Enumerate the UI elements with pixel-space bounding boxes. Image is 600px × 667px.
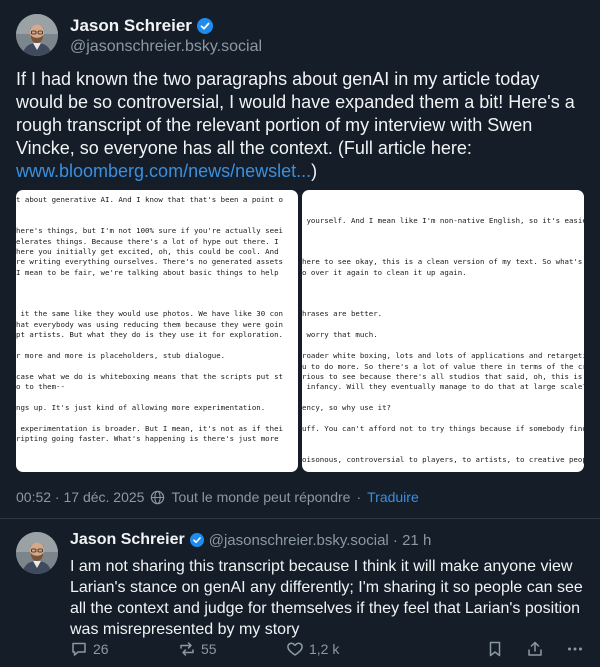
like-count: 1,2 k [309, 641, 340, 657]
transcript-image-left[interactable]: t about generative AI. And I know that t… [16, 190, 298, 472]
share-icon [528, 641, 542, 656]
avatar[interactable] [16, 14, 58, 56]
repost-count: 55 [201, 641, 217, 657]
transcript-image-right[interactable]: yourself. And I mean like I'm non-native… [302, 190, 584, 472]
reply-author-name[interactable]: Jason Schreier @jasonschreier.bsky.socia… [70, 531, 431, 549]
verified-check-icon [196, 18, 213, 34]
globe-icon [151, 490, 165, 504]
reply-icon [72, 642, 86, 656]
like-icon [287, 642, 303, 656]
repost-button[interactable]: 55 [178, 640, 217, 658]
post-timestamp[interactable]: 00:52 · 17 déc. 2025 [16, 489, 144, 505]
reply-handle[interactable]: @jasonschreier.bsky.social · 21 h [209, 532, 432, 549]
transcript-right-text: yourself. And I mean like I'm non-native… [302, 215, 584, 465]
bookmark-button[interactable] [486, 640, 504, 658]
reply-actions: 26 55 1,2 k [70, 640, 590, 660]
reply-count: 26 [93, 641, 109, 657]
repost-icon [180, 642, 194, 656]
author-name-text[interactable]: Jason Schreier [70, 16, 192, 36]
share-button[interactable] [526, 640, 544, 658]
bookmark-icon [489, 641, 501, 657]
post-body: If I had known the two paragraphs about … [16, 69, 575, 158]
translate-link[interactable]: Traduire [367, 489, 419, 505]
reply-avatar[interactable] [16, 532, 58, 574]
meta-separator: · [356, 489, 362, 505]
transcript-left-text: t about generative AI. And I know that t… [16, 195, 283, 444]
verified-check-icon [189, 533, 204, 547]
post-text: If I had known the two paragraphs about … [16, 68, 588, 183]
author-name[interactable]: Jason Schreier [70, 16, 213, 36]
divider [0, 518, 600, 519]
reply-button[interactable]: 26 [70, 640, 109, 658]
post-text-end: ) [311, 161, 318, 181]
reply-text: I am not sharing this transcript because… [70, 558, 583, 638]
more-button[interactable] [566, 640, 584, 658]
transcript-images: t about generative AI. And I know that t… [16, 190, 584, 472]
like-button[interactable]: 1,2 k [286, 640, 339, 658]
article-link[interactable]: www.bloomberg.com/news/newslet... [16, 161, 311, 181]
reply-setting[interactable]: Tout le monde peut répondre [171, 489, 350, 505]
more-icon [568, 647, 582, 651]
reply-author-name-text[interactable]: Jason Schreier [70, 531, 185, 549]
author-handle[interactable]: @jasonschreier.bsky.social [70, 38, 262, 56]
post-meta: 00:52 · 17 déc. 2025 Tout le monde peut … [16, 489, 419, 505]
